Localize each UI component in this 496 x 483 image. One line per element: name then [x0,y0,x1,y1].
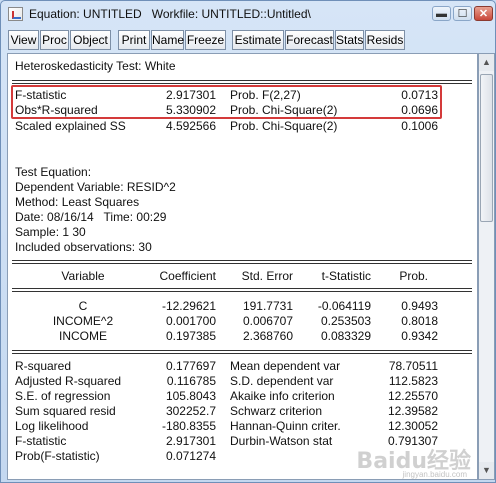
prob: 0.9342 [401,329,438,343]
summary-value: 0.071274 [165,449,216,463]
summary-label: Durbin-Watson stat [230,434,333,448]
divider [12,83,472,84]
divider [12,353,472,354]
equation-window: Equation: UNTITLED Workfile: UNTITLED::U… [0,0,496,483]
t-statistic: -0.064119 [317,299,371,313]
prob-label: Prob. Chi-Square(2) [230,119,338,133]
prob-label: Prob. Chi-Square(2) [230,103,338,117]
summary-value: -180.8355 [161,419,216,433]
forecast-button[interactable]: Forecast [285,30,334,50]
print-button[interactable]: Print [118,30,150,50]
summary-label: S.E. of regression [15,389,111,403]
summary-value: 302252.7 [165,404,216,418]
info-line: Test Equation: [15,165,92,179]
divider [12,350,472,351]
std-error: 2.368760 [242,329,293,343]
object-button[interactable]: Object [70,30,111,50]
divider [12,263,472,264]
t-statistic: 0.253503 [320,314,371,328]
watermark-url: jingyan.baidu.com [402,470,467,479]
info-line: Included observations: 30 [15,240,152,254]
divider [12,260,472,261]
column-header: Variable [61,269,105,283]
variable-name: C [78,299,88,313]
prob-label: Prob. F(2,27) [230,88,301,102]
summary-value: 105.8043 [165,389,216,403]
prob: 0.9493 [401,299,438,313]
test-title: Heteroskedasticity Test: White [15,59,176,73]
stat-label: F-statistic [15,88,67,102]
prob-value: 0.0713 [401,88,438,102]
info-line: Dependent Variable: RESID^2 [15,180,176,194]
freeze-button[interactable]: Freeze [185,30,226,50]
coefficient: -12.29621 [161,299,216,313]
summary-value: 12.39582 [387,404,438,418]
prob-value: 0.0696 [401,103,438,117]
t-statistic: 0.083329 [320,329,371,343]
summary-value: 78.70511 [388,359,438,373]
stat-value: 4.592566 [165,119,216,133]
stats-button[interactable]: Stats [335,30,364,50]
resids-button[interactable]: Resids [365,30,405,50]
scroll-thumb[interactable] [480,74,493,222]
eviews-app-icon [8,7,23,21]
coefficient: 0.001700 [165,314,216,328]
std-error: 0.006707 [242,314,293,328]
summary-label: F-statistic [15,434,67,448]
minimize-button[interactable]: ▬ [432,6,451,21]
std-error: 191.7731 [242,299,293,313]
summary-label: Prob(F-statistic) [15,449,100,463]
divider [12,291,472,292]
summary-value: 12.25570 [387,389,438,403]
summary-label: Hannan-Quinn criter. [230,419,341,433]
column-header: t-Statistic [321,269,371,283]
close-button[interactable]: ✕ [474,6,493,21]
summary-value: 12.30052 [387,419,438,433]
summary-value: 0.116785 [166,374,216,388]
summary-label: R-squared [15,359,72,373]
prob-value: 0.1006 [401,119,438,133]
proc-button[interactable]: Proc [40,30,69,50]
info-line: Date: 08/16/14 Time: 00:29 [15,210,167,224]
summary-value: 0.177697 [165,359,216,373]
summary-label: Mean dependent var [230,359,341,373]
estimate-button[interactable]: Estimate [232,30,284,50]
stat-label: Obs*R-squared [15,103,98,117]
stat-value: 5.330902 [165,103,216,117]
window-title: Equation: UNTITLED Workfile: UNTITLED::U… [29,7,311,21]
view-button[interactable]: View [8,30,39,50]
prob: 0.8018 [401,314,438,328]
scroll-up-icon[interactable]: ▲ [479,54,494,71]
summary-label: Sum squared resid [15,404,116,418]
summary-label: Log likelihood [15,419,89,433]
column-header: Prob. [399,269,428,283]
info-line: Method: Least Squares [15,195,140,209]
output-pane: Heteroskedasticity Test: White F-statist… [7,53,478,480]
summary-label: Adjusted R-squared [15,374,122,388]
column-header: Std. Error [241,269,293,283]
name-button[interactable]: Name [151,30,184,50]
divider [12,80,472,81]
variable-name: INCOME^2 [52,314,114,328]
divider [12,288,472,289]
summary-value: 2.917301 [165,434,216,448]
column-header: Coefficient [159,269,216,283]
summary-label: Schwarz criterion [230,404,323,418]
maximize-button[interactable]: ☐ [453,6,472,21]
title-bar[interactable]: Equation: UNTITLED Workfile: UNTITLED::U… [1,1,495,28]
vertical-scrollbar[interactable]: ▲ ▼ [478,53,495,480]
summary-label: S.D. dependent var [230,374,334,388]
variable-name: INCOME [59,329,107,343]
stat-value: 2.917301 [165,88,216,102]
coefficient: 0.197385 [165,329,216,343]
summary-label: Akaike info criterion [230,389,335,403]
info-line: Sample: 1 30 [15,225,86,239]
summary-value: 112.5823 [388,374,438,388]
stat-label: Scaled explained SS [15,119,126,133]
scroll-down-icon[interactable]: ▼ [479,462,494,479]
